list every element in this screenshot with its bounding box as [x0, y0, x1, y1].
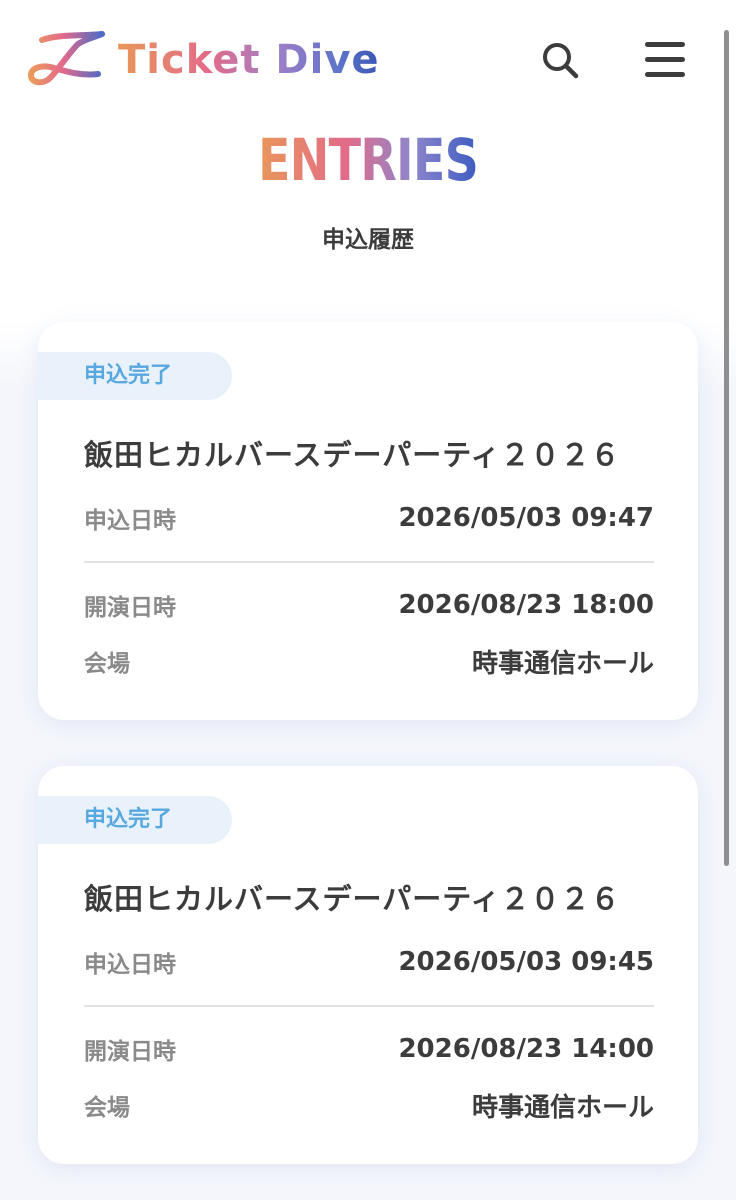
- venue-value: 時事通信ホール: [471, 648, 654, 679]
- divider: [84, 1005, 654, 1007]
- apply-datetime-label: 申込日時: [84, 508, 176, 534]
- entry-card[interactable]: 申込完了 飯田ヒカルバースデーパーティ２０２６ 申込日時 2026/05/03 …: [38, 766, 698, 1164]
- apply-datetime-row: 申込日時 2026/05/03 09:47: [84, 501, 654, 535]
- venue-value: 時事通信ホール: [471, 1092, 654, 1123]
- show-datetime-label: 開演日時: [84, 595, 176, 621]
- site-logo[interactable]: Ticket Dive: [28, 30, 380, 90]
- venue-row: 会場 時事通信ホール: [84, 644, 654, 679]
- event-title: 飯田ヒカルバースデーパーティ２０２６: [84, 438, 621, 472]
- status-badge: 申込完了: [38, 352, 232, 400]
- ticket-dive-logo-icon: [28, 31, 105, 86]
- page-subtitle: 申込履歴: [322, 227, 414, 253]
- menu-button[interactable]: [642, 38, 688, 82]
- page: Ticket Dive ENTRIES 申込履歴 申込完了 飯田ヒカルバースデー…: [0, 0, 736, 1200]
- apply-datetime-label: 申込日時: [84, 952, 176, 978]
- search-icon: [543, 43, 579, 79]
- event-title: 飯田ヒカルバースデーパーティ２０２６: [84, 882, 621, 916]
- page-title: ENTRIES: [66, 128, 670, 192]
- logo-text: Ticket Dive: [118, 37, 380, 83]
- show-datetime-row: 開演日時 2026/08/23 18:00: [84, 588, 654, 622]
- hamburger-menu-icon: [645, 42, 685, 77]
- venue-label: 会場: [84, 651, 130, 677]
- divider: [84, 561, 654, 563]
- site-header: Ticket Dive: [0, 0, 736, 120]
- scrollbar[interactable]: [724, 30, 729, 866]
- search-button[interactable]: [538, 38, 582, 82]
- entry-card[interactable]: 申込完了 飯田ヒカルバースデーパーティ２０２６ 申込日時 2026/05/03 …: [38, 322, 698, 720]
- venue-label: 会場: [84, 1095, 130, 1121]
- show-datetime-value: 2026/08/23 18:00: [398, 590, 654, 620]
- show-datetime-value: 2026/08/23 14:00: [398, 1034, 654, 1064]
- show-datetime-row: 開演日時 2026/08/23 14:00: [84, 1032, 654, 1066]
- page-title-text: ENTRIES: [257, 126, 479, 194]
- venue-row: 会場 時事通信ホール: [84, 1088, 654, 1123]
- apply-datetime-value: 2026/05/03 09:45: [398, 947, 654, 977]
- apply-datetime-row: 申込日時 2026/05/03 09:45: [84, 945, 654, 979]
- show-datetime-label: 開演日時: [84, 1039, 176, 1065]
- status-badge: 申込完了: [38, 796, 232, 844]
- apply-datetime-value: 2026/05/03 09:47: [398, 503, 654, 533]
